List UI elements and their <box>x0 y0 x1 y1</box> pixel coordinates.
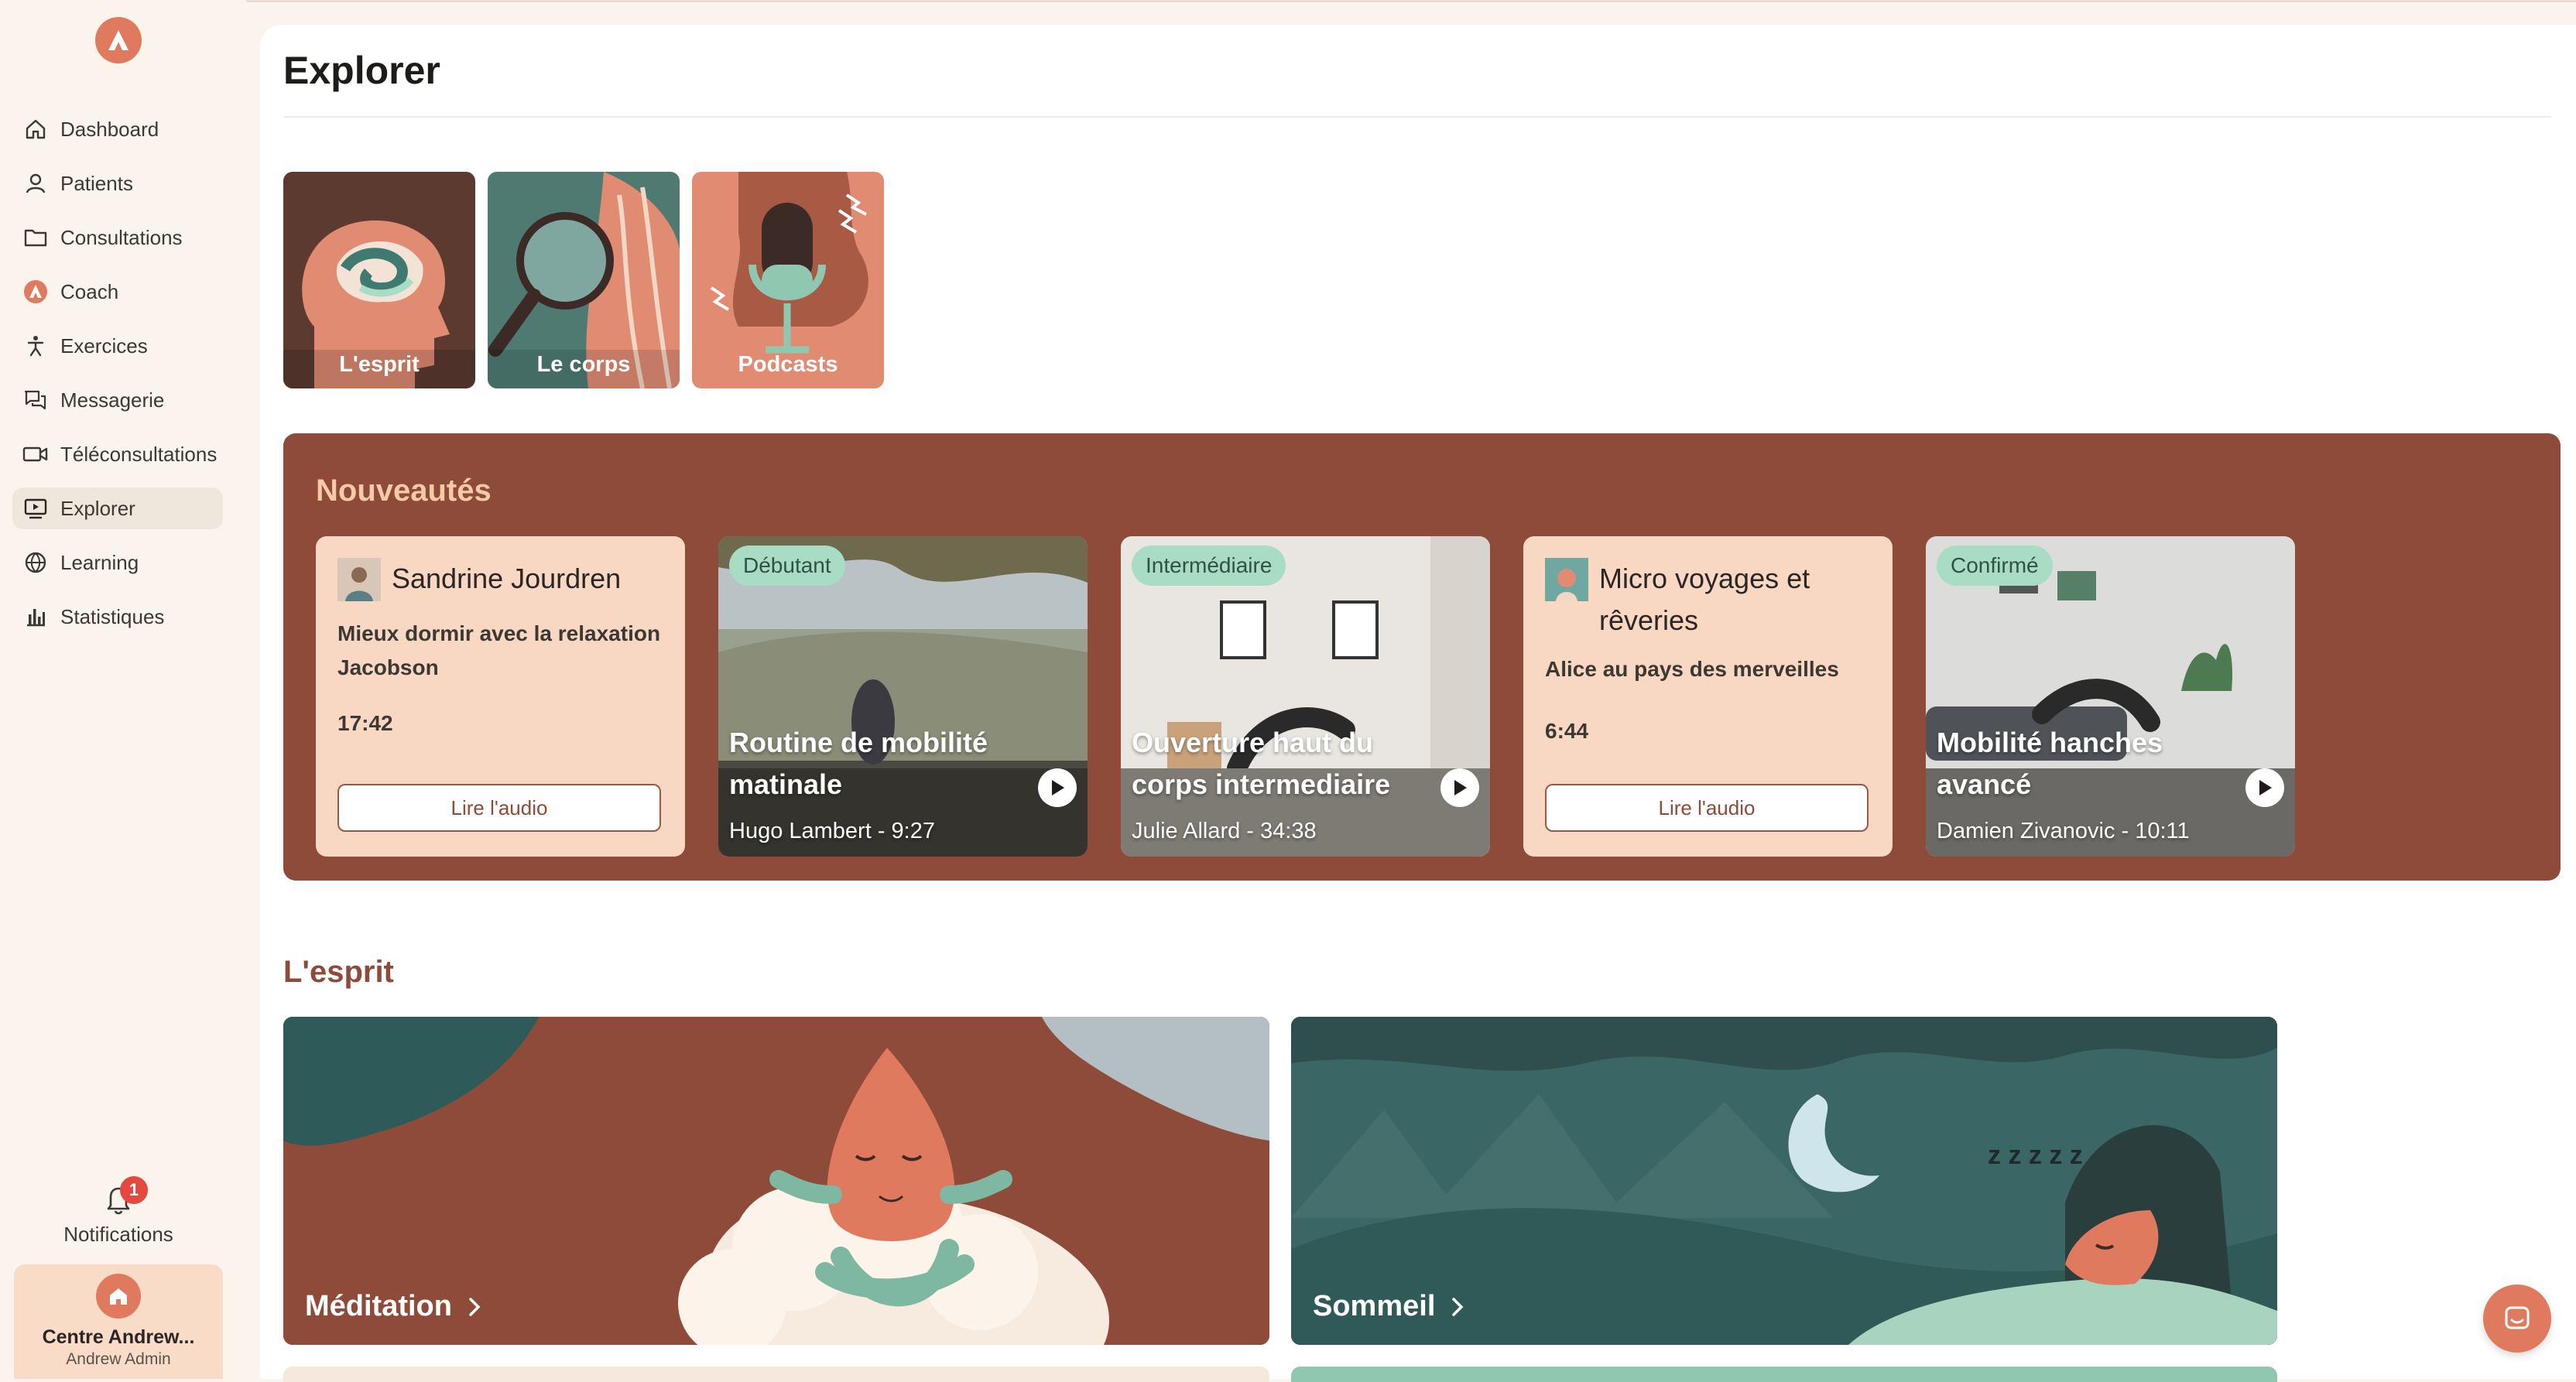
video-icon <box>22 440 50 468</box>
home-icon <box>96 1274 141 1319</box>
sidebar-item-label: Téléconsultations <box>60 442 218 466</box>
account-switcher[interactable]: Centre Andrew... Andrew Admin <box>14 1264 223 1379</box>
divider <box>283 116 2551 118</box>
card-label: Méditation <box>305 1290 452 1322</box>
sidebar-item-coach[interactable]: Coach <box>12 271 223 313</box>
sidebar-item-exercices[interactable]: Exercices <box>12 325 223 367</box>
play-audio-button[interactable]: Lire l'audio <box>1545 784 1869 832</box>
sidebar-nav: Dashboard Patients Consultations Coach E… <box>12 108 223 650</box>
folder-icon <box>22 224 50 251</box>
category-tile-corps[interactable]: Le corps <box>488 172 680 388</box>
app-logo[interactable] <box>95 17 142 63</box>
level-badge: Débutant <box>729 546 845 586</box>
sleep-label: Sommeil <box>1313 1290 1469 1323</box>
author-avatar <box>1545 558 1588 601</box>
sidebar-item-label: Statistiques <box>60 604 165 628</box>
card-label: Sommeil <box>1313 1290 1436 1322</box>
video-meta: Damien Zivanovic - 10:11 <box>1937 819 2190 843</box>
video-meta: Hugo Lambert - 9:27 <box>729 819 935 843</box>
category-tile-esprit[interactable]: L'esprit <box>283 172 475 388</box>
sidebar: Dashboard Patients Consultations Coach E… <box>0 0 246 1379</box>
play-icon[interactable] <box>1440 768 1479 807</box>
chat-icon <box>22 386 50 414</box>
play-audio-button[interactable]: Lire l'audio <box>337 784 661 832</box>
video-title: Mobilité hanches avancé <box>1937 727 2163 800</box>
sidebar-item-label: Coach <box>60 279 119 303</box>
author-avatar <box>337 558 381 601</box>
sidebar-item-explorer[interactable]: Explorer <box>12 487 223 529</box>
figure-icon <box>22 332 50 360</box>
sidebar-item-consultations[interactable]: Consultations <box>12 217 223 258</box>
category-tile-podcasts[interactable]: Podcasts <box>692 172 884 388</box>
main-content: Explorer L'esprit Le corps Podcasts Nouv… <box>260 25 2576 1382</box>
next-card-peek <box>1291 1367 2277 1382</box>
sidebar-item-messagerie[interactable]: Messagerie <box>12 379 223 421</box>
explore-icon <box>22 494 50 522</box>
video-card[interactable]: Confirmé Mobilité hanches avancé Damien … <box>1926 536 2295 857</box>
bar-chart-icon <box>22 603 50 631</box>
coach-logo-icon <box>22 278 50 306</box>
center-name: Centre Andrew... <box>42 1326 195 1348</box>
sidebar-item-label: Consultations <box>60 225 183 249</box>
sidebar-item-dashboard[interactable]: Dashboard <box>12 108 223 150</box>
support-chat-button[interactable] <box>2483 1285 2551 1353</box>
audio-duration: 17:42 <box>337 711 393 735</box>
bell-icon: 1 <box>103 1176 148 1216</box>
play-icon[interactable] <box>1038 768 1077 807</box>
video-card[interactable]: Intermédiaire Ouverture haut du corps in… <box>1121 536 1490 857</box>
svg-text:z z z z z: z z z z z <box>1988 1141 2083 1170</box>
level-badge: Intermédiaire <box>1132 546 1286 586</box>
video-title: Routine de mobilité matinale <box>729 727 988 800</box>
category-label: Podcasts <box>738 352 838 377</box>
section-title: L'esprit <box>283 955 394 989</box>
chevron-right-icon <box>469 1297 481 1316</box>
notification-count-badge: 1 <box>120 1176 148 1204</box>
category-label: L'esprit <box>339 352 420 377</box>
sidebar-item-learning[interactable]: Learning <box>12 542 223 583</box>
audio-duration: 6:44 <box>1545 719 1589 743</box>
chat-bubble-icon <box>2505 1306 2530 1329</box>
notifications[interactable]: 1 Notifications <box>0 1176 237 1247</box>
sidebar-item-statistiques[interactable]: Statistiques <box>12 596 223 638</box>
top-border <box>0 0 2576 2</box>
audio-title: Mieux dormir avec la relaxation Jacobson <box>337 621 661 679</box>
audio-title: Alice au pays des merveilles <box>1545 657 1839 681</box>
chevron-right-icon <box>1452 1297 1464 1316</box>
level-badge: Confirmé <box>1937 546 2053 586</box>
sidebar-item-label: Exercices <box>60 334 148 357</box>
account-user-name: Andrew Admin <box>66 1350 171 1368</box>
sidebar-item-teleconsultations[interactable]: Téléconsultations <box>12 433 223 475</box>
notifications-label: Notifications <box>63 1223 173 1246</box>
section-title: Nouveautés <box>316 474 492 508</box>
logo-mark-icon <box>108 30 128 50</box>
news-section: Nouveautés Sandrine Jourdren Mieux dormi… <box>283 433 2561 881</box>
video-title: Ouverture haut du corps intermediaire <box>1132 727 1391 800</box>
audio-card[interactable]: Micro voyages et rêveries Alice au pays … <box>1523 536 1893 857</box>
sidebar-item-patients[interactable]: Patients <box>12 162 223 204</box>
video-card[interactable]: Débutant Routine de mobilité matinale Hu… <box>718 536 1088 857</box>
meditation-card[interactable]: Méditation <box>283 1017 1269 1345</box>
play-icon[interactable] <box>2245 768 2284 807</box>
user-icon <box>22 169 50 197</box>
sidebar-item-label: Patients <box>60 171 133 195</box>
category-label: Le corps <box>536 352 631 377</box>
audio-author: Micro voyages et rêveries <box>1599 563 1810 636</box>
next-card-peek <box>283 1367 1269 1382</box>
sidebar-item-label: Messagerie <box>60 388 165 412</box>
audio-author: Sandrine Jourdren <box>392 563 622 594</box>
globe-icon <box>22 549 50 576</box>
audio-card[interactable]: Sandrine Jourdren Mieux dormir avec la r… <box>316 536 685 857</box>
home-icon <box>22 115 50 143</box>
sidebar-item-label: Dashboard <box>60 117 159 141</box>
meditation-label: Méditation <box>305 1290 486 1323</box>
sleep-card[interactable]: z z z z z Sommeil <box>1291 1017 2277 1345</box>
page-title: Explorer <box>283 49 440 92</box>
sidebar-item-label: Learning <box>60 550 139 574</box>
video-meta: Julie Allard - 34:38 <box>1132 819 1317 843</box>
sidebar-item-label: Explorer <box>60 496 135 520</box>
